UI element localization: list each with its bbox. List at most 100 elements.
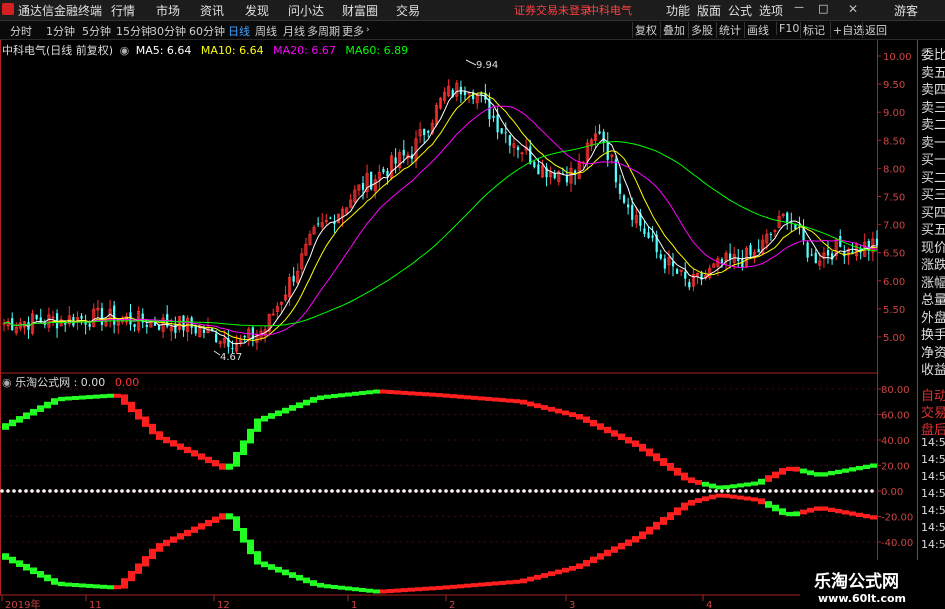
zero-dot — [330, 489, 334, 493]
menu-xuanxiang[interactable]: 选项 — [759, 2, 783, 19]
osc-upper-bar — [611, 430, 618, 437]
zero-dot — [588, 489, 592, 493]
login-status[interactable]: 证券交易未登录 — [514, 2, 591, 18]
osc-upper-bar — [247, 428, 254, 444]
osc-upper-bar — [856, 466, 863, 471]
zero-dot — [744, 489, 748, 493]
zero-dot — [780, 489, 784, 493]
zero-dot — [138, 489, 142, 493]
zero-dot — [804, 489, 808, 493]
osc-upper-bar — [422, 392, 429, 397]
date-label: 2019年 — [5, 598, 40, 609]
osc-lower-bar — [135, 563, 142, 574]
osc-lower-bar — [429, 586, 436, 591]
menu-caifuquan[interactable]: 财富圈 — [342, 2, 378, 19]
zero-dot — [618, 489, 622, 493]
osc-lower-bar — [317, 582, 324, 588]
zero-dot — [240, 489, 244, 493]
menu-jiaoyi[interactable]: 交易 — [396, 2, 420, 19]
btn-f10[interactable]: F10 — [776, 22, 801, 35]
osc-lower-bar — [723, 493, 730, 498]
zero-dot — [150, 489, 154, 493]
btn-zixuan[interactable]: +自选 — [830, 22, 866, 38]
menu-hangqing[interactable]: 行情 — [111, 2, 135, 19]
menu-wenxiaoda[interactable]: 问小达 — [288, 2, 324, 19]
osc-upper-bar — [373, 389, 380, 394]
menu-banmian[interactable]: 版面 — [697, 2, 721, 19]
osc-lower-bar — [415, 587, 422, 592]
more-chevron-icon[interactable]: › — [366, 25, 370, 35]
zero-dot — [774, 489, 778, 493]
candle-body — [565, 175, 569, 183]
zero-dot — [270, 489, 274, 493]
osc-upper-bar — [723, 485, 730, 490]
zero-dot — [648, 489, 652, 493]
candle-body — [618, 183, 622, 194]
zero-dot — [504, 489, 508, 493]
zero-dot — [468, 489, 472, 493]
period-5min[interactable]: 5分钟 — [82, 23, 111, 39]
candle-body — [814, 252, 817, 264]
osc-lower-bar — [30, 567, 37, 575]
osc-upper-bar — [828, 471, 835, 476]
period-30min[interactable]: 30分钟 — [150, 23, 186, 39]
menu-faxian[interactable]: 发现 — [245, 2, 269, 19]
zero-dot — [768, 489, 772, 493]
quote-row-6: 买一 — [921, 153, 945, 168]
kline-chart[interactable]: 9.944.67 10.009.509.008.508.007.507.006.… — [0, 40, 917, 609]
osc-lower-bar — [121, 578, 128, 589]
menu-gongneng[interactable]: 功能 — [666, 2, 690, 19]
menu-gongshi[interactable]: 公式 — [728, 2, 752, 19]
osc-tick-label: 40.00 — [881, 436, 910, 447]
btn-fuquan[interactable]: 复权 — [632, 22, 659, 38]
osc-lower-bar — [471, 583, 478, 588]
candle-body — [508, 135, 511, 146]
zero-dot — [66, 489, 70, 493]
zero-dot — [402, 489, 406, 493]
btn-diejia[interactable]: 叠加 — [660, 22, 687, 38]
minimize-icon[interactable]: — — [794, 2, 804, 13]
period-day[interactable]: 日线 — [228, 23, 250, 39]
btn-huaxian[interactable]: 画线 — [744, 22, 771, 38]
osc-lower-bar — [65, 582, 72, 587]
osc-lower-bar — [247, 539, 254, 555]
period-15min[interactable]: 15分钟 — [116, 23, 152, 39]
zero-dot — [474, 489, 478, 493]
period-multi[interactable]: 多周期 — [307, 23, 340, 39]
osc-upper-bar — [317, 395, 324, 401]
osc-lower-bar — [646, 526, 653, 535]
zero-dot — [828, 489, 832, 493]
btn-fanhui[interactable]: 返回 — [862, 22, 889, 38]
user-label[interactable]: 游客 — [894, 2, 918, 19]
zero-dot — [864, 489, 868, 493]
osc-lower-bar — [604, 549, 611, 557]
btn-duogu[interactable]: 多股 — [688, 22, 715, 38]
zero-dot — [222, 489, 226, 493]
zero-dot — [306, 489, 310, 493]
osc-upper-bar — [240, 440, 247, 456]
osc-upper-bar — [471, 395, 478, 400]
period-week[interactable]: 周线 — [255, 23, 277, 39]
period-month[interactable]: 月线 — [283, 23, 305, 39]
zero-dot — [858, 489, 862, 493]
period-more[interactable]: 更多 — [342, 23, 364, 39]
osc-lower-bar — [534, 574, 541, 580]
close-icon[interactable]: ✕ — [848, 2, 858, 16]
osc-lower-bar — [828, 507, 835, 512]
btn-biaoji[interactable]: 标记 — [800, 22, 827, 38]
period-1min[interactable]: 1分钟 — [46, 23, 75, 39]
maximize-icon[interactable]: □ — [818, 2, 828, 15]
btn-tongji[interactable]: 统计 — [716, 22, 743, 38]
menu-zixun[interactable]: 资讯 — [200, 2, 224, 19]
zero-dot — [570, 489, 574, 493]
period-60min[interactable]: 60分钟 — [189, 23, 225, 39]
osc-upper-bar — [289, 405, 296, 411]
menu-shichang[interactable]: 市场 — [156, 2, 180, 19]
zero-dot — [0, 489, 4, 493]
watermark-title: 乐淘公式网 — [814, 572, 899, 592]
osc-upper-bar — [408, 391, 415, 396]
osc-lower-bar — [555, 569, 562, 575]
period-fenshi[interactable]: 分时 — [10, 23, 32, 39]
osc-lower-bar — [58, 581, 65, 587]
zero-dot — [444, 489, 448, 493]
